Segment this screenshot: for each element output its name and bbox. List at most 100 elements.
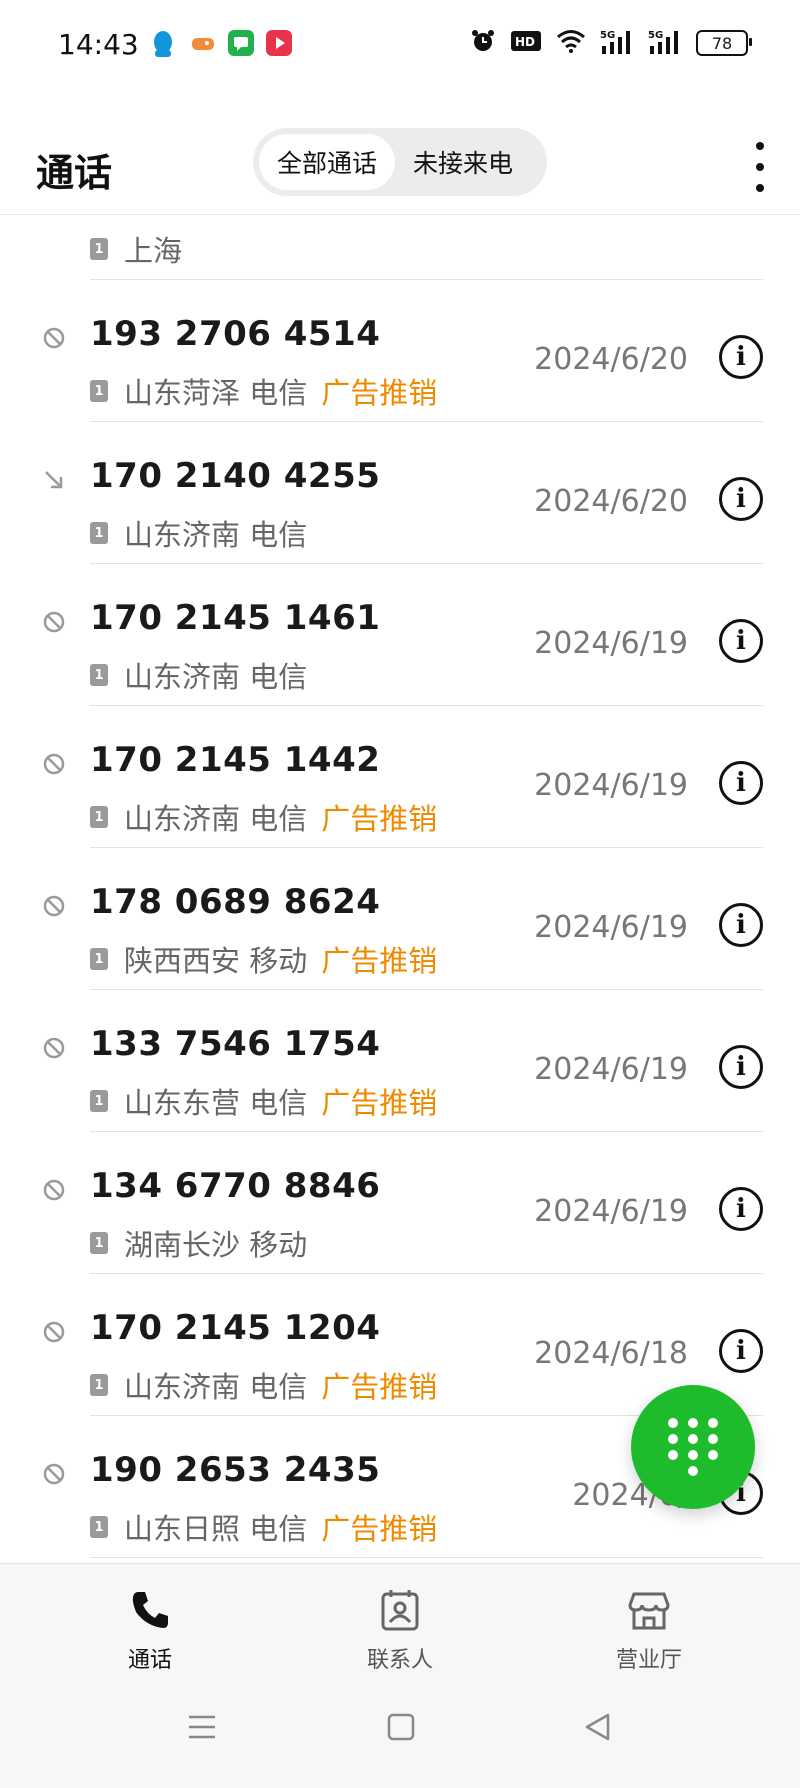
tab-all-calls[interactable]: 全部通话 (259, 134, 396, 190)
phone-number: 133 7546 1754 (90, 1024, 381, 1064)
call-log-row[interactable]: 134 6770 8846 1 湖南长沙 移动 2024/6/19 i (0, 1132, 800, 1274)
alarm-icon (470, 28, 496, 58)
call-date: 2024/6/18 (534, 1336, 688, 1371)
sim-card-icon: 1 (90, 806, 108, 828)
info-icon[interactable]: i (719, 1187, 763, 1231)
call-log-row[interactable]: 170 2145 1442 1 山东济南 电信 广告推销 2024/6/19 i (0, 706, 800, 848)
contacts-icon (381, 1590, 419, 1631)
blocked-call-icon (42, 1462, 66, 1486)
page-title: 通话 (36, 151, 113, 195)
spam-tag: 广告推销 (321, 944, 438, 978)
system-navigation-bar (0, 1704, 800, 1764)
phone-number: 170 2145 1461 (90, 598, 381, 638)
call-details: 1 山东菏泽 电信 广告推销 (90, 370, 437, 412)
sim-card-icon: 1 (90, 238, 108, 260)
spam-tag: 广告推销 (321, 802, 438, 836)
info-icon[interactable]: i (719, 1045, 763, 1089)
call-details: 1 山东济南 电信 广告推销 (90, 796, 437, 838)
blocked-call-icon (42, 1320, 66, 1344)
caller-location: 山东济南 电信 (124, 518, 308, 552)
blocked-call-icon (42, 1178, 66, 1202)
nav-contacts[interactable]: 联系人 (320, 1588, 480, 1674)
call-log-row[interactable]: 170 2145 1461 1 山东济南 电信 2024/6/19 i (0, 564, 800, 706)
status-icons: HD 5G 5G 78 (470, 28, 752, 58)
spam-tag: 广告推销 (321, 1086, 438, 1120)
blocked-call-icon (42, 610, 66, 634)
blocked-call-icon (42, 1036, 66, 1060)
call-details: 1 山东济南 电信 (90, 512, 307, 554)
nav-label: 联系人 (366, 1648, 433, 1673)
nav-calls[interactable]: 通话 (70, 1588, 230, 1674)
svg-text:5G: 5G (600, 30, 615, 41)
spam-tag: 广告推销 (321, 1370, 438, 1404)
caller-location: 山东东营 电信 (124, 1086, 308, 1120)
header-divider (0, 214, 800, 215)
caller-location: 山东日照 电信 (124, 1512, 308, 1546)
nav-label: 营业厅 (615, 1648, 682, 1673)
sim-card-icon: 1 (90, 1516, 108, 1538)
incoming-call-icon (42, 468, 66, 492)
svg-text:5G: 5G (648, 30, 663, 41)
wifi-icon (556, 29, 586, 57)
sim-card-icon: 1 (90, 1374, 108, 1396)
app-header: 通话 全部通话 未接来电 (0, 120, 800, 216)
call-date: 2024/6/19 (534, 1052, 688, 1087)
chat-icon (228, 30, 254, 56)
bottom-navigation: 通话 联系人 营业厅 (0, 1563, 800, 1788)
call-log-list: 1 上海 2024/6/20 i 193 2706 4514 1 山东菏泽 电信广告推销 20… (0, 173, 800, 1563)
call-filter-tabs: 全部通话 未接来电 (253, 128, 547, 196)
status-time: 14:43 (58, 28, 139, 61)
more-vertical-icon[interactable] (750, 142, 770, 192)
call-log-row[interactable]: 193 2706 4514 1 山东菏泽 电信 广告推销 2024/6/20 i (0, 280, 800, 422)
caller-location: 山东济南 电信 (124, 660, 308, 694)
sim-card-icon: 1 (90, 522, 108, 544)
back-icon[interactable] (583, 1712, 613, 1746)
call-details: 1 陕西西安 移动 广告推销 (90, 938, 437, 980)
blocked-call-icon (42, 752, 66, 776)
svg-text:HD: HD (515, 35, 535, 49)
tab-missed-calls[interactable]: 未接来电 (395, 134, 531, 190)
caller-location: 山东菏泽 电信 (124, 376, 308, 410)
phone-number: 193 2706 4514 (90, 314, 381, 354)
call-details: 1 山东日照 电信 广告推销 (90, 1506, 437, 1548)
call-date: 2024/6/19 (534, 768, 688, 803)
call-log-row[interactable]: 170 2140 4255 1 山东济南 电信 2024/6/20 i (0, 422, 800, 564)
call-details: 1 山东东营 电信 广告推销 (90, 1080, 437, 1122)
battery-indicator: 78 (696, 30, 752, 56)
signal-5g-icon: 5G (600, 28, 634, 58)
spam-tag: 广告推销 (321, 1512, 438, 1546)
phone-number: 134 6770 8846 (90, 1166, 381, 1206)
menu-icon[interactable] (187, 1712, 217, 1746)
info-icon[interactable]: i (719, 761, 763, 805)
nav-store[interactable]: 营业厅 (569, 1588, 729, 1674)
phone-icon (132, 1592, 168, 1628)
info-icon[interactable]: i (719, 477, 763, 521)
dialpad-icon (668, 1418, 718, 1476)
call-log-row[interactable]: 133 7546 1754 1 山东东营 电信 广告推销 2024/6/19 i (0, 990, 800, 1132)
info-icon[interactable]: i (719, 903, 763, 947)
caller-location: 上海 (124, 234, 183, 268)
phone-number: 190 2653 2435 (90, 1450, 381, 1490)
info-icon[interactable]: i (719, 335, 763, 379)
info-icon[interactable]: i (719, 1329, 763, 1373)
sim-card-icon: 1 (90, 664, 108, 686)
nav-label: 通话 (127, 1648, 172, 1673)
phone-number: 170 2145 1442 (90, 740, 381, 780)
call-log-row[interactable]: 178 0689 8624 1 陕西西安 移动 广告推销 2024/6/19 i (0, 848, 800, 990)
call-date: 2024/6/20 (534, 484, 688, 519)
call-date: 2024/6/19 (534, 910, 688, 945)
blocked-call-icon (42, 894, 66, 918)
dialpad-button[interactable] (631, 1385, 755, 1509)
video-icon (266, 30, 292, 56)
sim-card-icon: 1 (90, 1090, 108, 1112)
sim-card-icon: 1 (90, 948, 108, 970)
phone-number: 170 2145 1204 (90, 1308, 381, 1348)
caller-location: 山东济南 电信 (124, 802, 308, 836)
game-icon (190, 30, 216, 56)
home-icon[interactable] (386, 1712, 416, 1746)
call-details: 1 山东济南 电信 广告推销 (90, 1364, 437, 1406)
status-bar: 14:43 HD 5G 5G 78 (0, 0, 800, 92)
info-icon[interactable]: i (719, 619, 763, 663)
caller-location: 山东济南 电信 (124, 1370, 308, 1404)
sim-card-icon: 1 (90, 380, 108, 402)
